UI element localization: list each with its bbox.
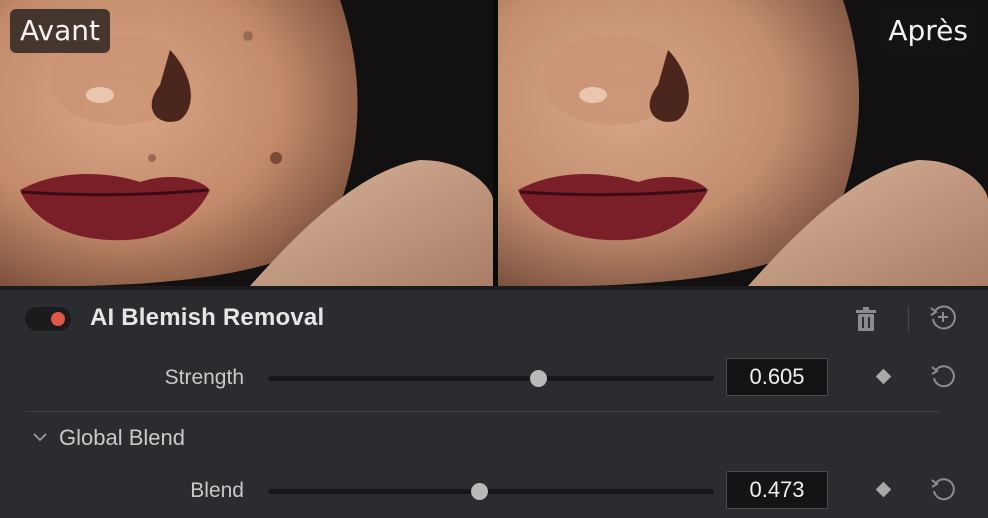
diamond-keyframe-icon [875,368,892,385]
toggle-switch-icon [51,312,65,326]
global-blend-title: Global Blend [59,425,185,450]
header-divider [908,306,909,332]
blend-slider[interactable] [268,483,714,500]
effect-header: AI Blemish Removal [0,290,988,348]
blend-value-field[interactable]: 0.473 [726,471,828,509]
blend-label: Blend [190,479,244,502]
before-after-preview: Avant Après [0,0,988,286]
before-label: Avant [10,9,110,53]
strength-slider-thumb[interactable] [529,370,547,387]
reset-effect-button[interactable] [928,302,958,332]
reset-icon [931,478,955,501]
strength-keyframe-button[interactable] [875,368,892,385]
after-label: Après [878,9,978,53]
effect-enable-toggle[interactable] [25,307,71,331]
effect-title: AI Blemish Removal [90,304,325,331]
strength-value-field[interactable]: 0.605 [726,358,828,396]
blend-keyframe-button[interactable] [875,481,892,498]
strength-label: Strength [164,366,244,389]
strength-row: Strength 0.605 [0,356,988,400]
chevron-down-icon [33,433,47,442]
diamond-keyframe-icon [875,481,892,498]
delete-effect-button[interactable] [852,304,880,334]
effect-panel: AI Blemish Removal Strength 0.605 Global… [0,290,988,518]
section-separator [25,411,941,412]
reset-add-icon [930,305,956,330]
strength-reset-button[interactable] [930,362,958,390]
strength-slider-track[interactable] [268,376,714,381]
strength-slider[interactable] [268,370,714,387]
trash-icon [856,307,876,331]
blend-slider-track[interactable] [268,489,714,494]
blend-slider-thumb[interactable] [470,483,488,500]
global-blend-group-header[interactable]: Global Blend [0,420,988,456]
blend-reset-button[interactable] [930,475,958,503]
blend-row: Blend 0.473 [0,469,988,513]
reset-icon [931,365,955,388]
